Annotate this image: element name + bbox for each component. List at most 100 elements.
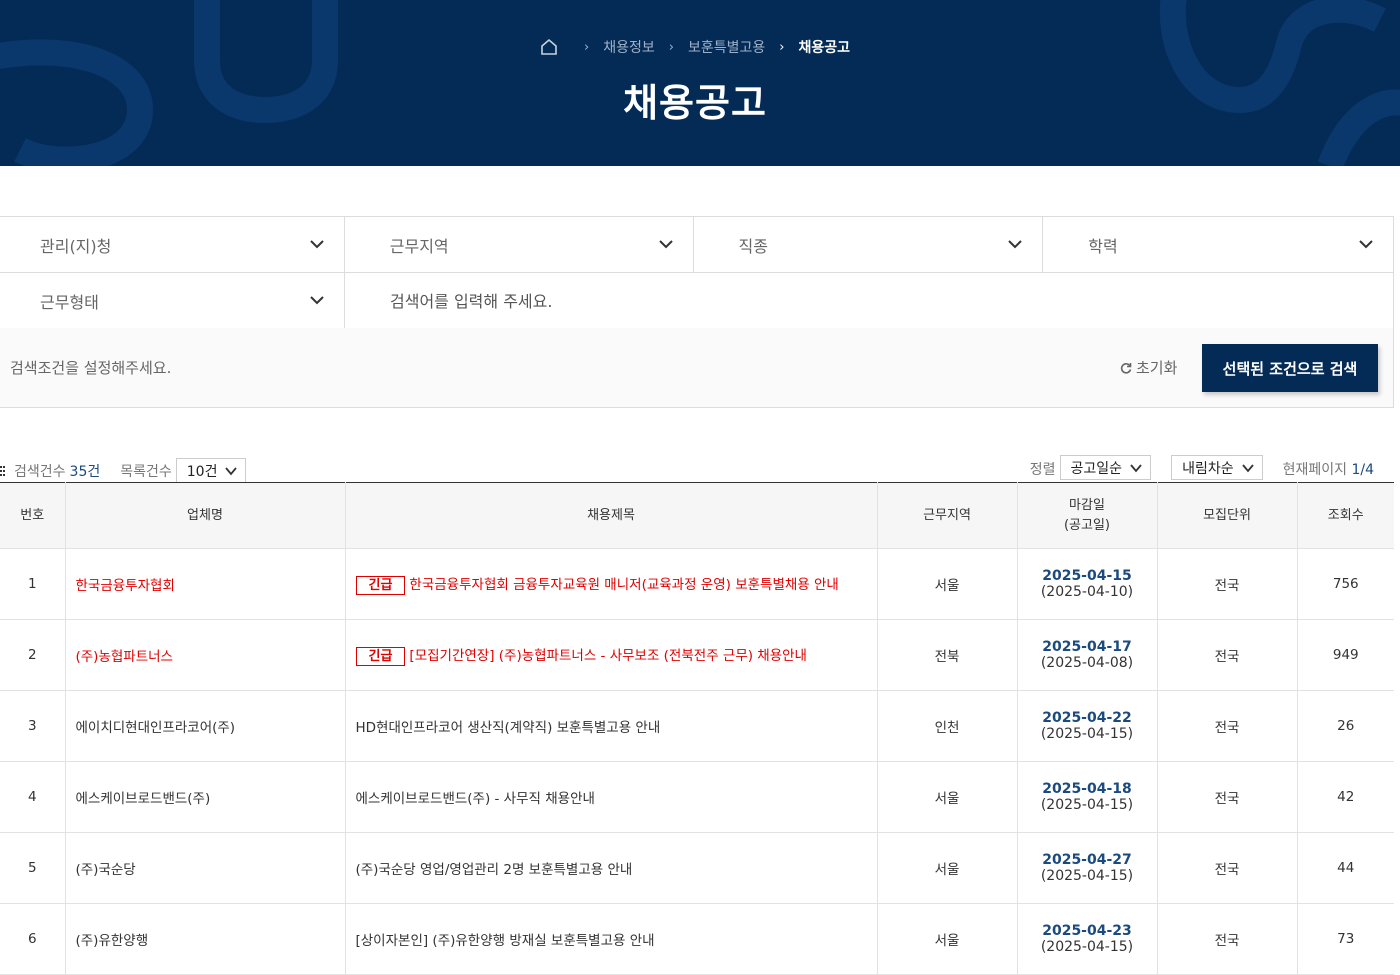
table-row[interactable]: 6 (주)유한양행 [상이자본인] (주)유한양행 방재실 보훈특별고용 안내 서울 2…: [0, 903, 1394, 975]
chevron-down-icon: [1359, 240, 1373, 249]
refresh-icon: [1120, 362, 1132, 374]
row-deadline: 2025-04-18: [1042, 781, 1132, 797]
row-unit: 전국: [1157, 832, 1298, 904]
reset-label: 초기화: [1136, 359, 1178, 377]
row-unit: 전국: [1157, 690, 1298, 762]
breadcrumb-current: 채용공고: [798, 40, 850, 56]
result-count-label: 검색건수: [14, 463, 66, 480]
result-count: 35건: [69, 463, 101, 480]
row-title-cell[interactable]: 에스케이브로드밴드(주) - 사무직 채용안내: [345, 761, 878, 833]
row-company[interactable]: 에이치디현대인프라코어(주): [65, 690, 346, 762]
row-title[interactable]: (주)국순당 영업/영업관리 2명 보훈특별고용 안내: [356, 862, 633, 878]
row-deadline: 2025-04-23: [1042, 923, 1132, 939]
header-deadline-line2: (공고일): [1063, 517, 1111, 533]
job-list-table: 번호 업체명 채용제목 근무지역 마감일 (공고일) 모집단위 조회수 1 한국금…: [0, 482, 1394, 975]
table-row[interactable]: 2 (주)농협파트너스 긴급 [모집기간연장] (주)농협파트너스 - 사무보조 (전…: [0, 619, 1394, 691]
row-title-cell[interactable]: [상이자본인] (주)유한양행 방재실 보훈특별고용 안내: [345, 903, 878, 975]
chevron-right-icon: ›: [584, 39, 590, 55]
row-company[interactable]: (주)농협파트너스: [65, 619, 346, 691]
header-company: 업체명: [65, 482, 346, 549]
search-input[interactable]: [345, 273, 1393, 329]
chevron-down-icon: [310, 240, 324, 249]
header-title: 채용제목: [345, 482, 878, 549]
row-deadline-cell: 2025-04-23 (2025-04-15): [1017, 903, 1158, 975]
education-select[interactable]: 학력: [1043, 217, 1393, 273]
table-row[interactable]: 1 한국금융투자협회 긴급 한국금융투자협회 금융투자교육원 매니저(교육과정 운영)…: [0, 548, 1394, 620]
row-title[interactable]: [상이자본인] (주)유한양행 방재실 보훈특별고용 안내: [356, 933, 655, 949]
urgent-badge: 긴급: [355, 646, 406, 666]
row-region: 서울: [877, 761, 1018, 833]
reset-button[interactable]: 초기화: [1120, 357, 1177, 378]
table-row[interactable]: 3 에이치디현대인프라코어(주) HD현대인프라코어 생산직(계약직) 보훈특별고용…: [0, 690, 1394, 762]
row-views: 44: [1297, 832, 1394, 904]
job-select[interactable]: 직종: [694, 217, 1044, 273]
table-row[interactable]: 5 (주)국순당 (주)국순당 영업/영업관리 2명 보훈특별고용 안내 서울 2025…: [0, 832, 1394, 904]
row-no: 3: [0, 690, 66, 762]
row-views: 26: [1297, 690, 1394, 762]
row-unit: 전국: [1157, 903, 1298, 975]
page-title: 채용공고: [623, 81, 767, 125]
row-region: 서울: [877, 903, 1018, 975]
row-posted-date: (2025-04-15): [1040, 939, 1134, 955]
education-select-label: 학력: [1088, 237, 1118, 256]
region-select[interactable]: 근무지역: [345, 217, 694, 273]
chevron-down-icon: [225, 466, 238, 475]
row-title[interactable]: 에스케이브로드밴드(주) - 사무직 채용안내: [356, 791, 595, 807]
agency-select-label: 관리(지)청: [40, 237, 112, 256]
row-region: 서울: [877, 548, 1018, 620]
row-unit: 전국: [1157, 761, 1298, 833]
row-company[interactable]: (주)국순당: [65, 832, 346, 904]
row-title-cell[interactable]: 긴급 [모집기간연장] (주)농협파트너스 - 사무보조 (전북전주 근무) 채용…: [345, 619, 878, 691]
header-deadline-line1: 마감일: [1069, 497, 1105, 513]
row-deadline: 2025-04-27: [1042, 852, 1132, 868]
table-row[interactable]: 4 에스케이브로드밴드(주) 에스케이브로드밴드(주) - 사무직 채용안내 서울 20…: [0, 761, 1394, 833]
row-company[interactable]: (주)유한양행: [65, 903, 346, 975]
row-deadline-cell: 2025-04-15 (2025-04-10): [1017, 548, 1158, 620]
row-unit: 전국: [1157, 619, 1298, 691]
chevron-down-icon: [1130, 463, 1142, 472]
row-region: 인천: [877, 690, 1018, 762]
row-no: 4: [0, 761, 66, 833]
header-region: 근무지역: [877, 482, 1018, 549]
row-title[interactable]: HD현대인프라코어 생산직(계약직) 보훈특별고용 안내: [356, 720, 661, 736]
row-deadline-cell: 2025-04-22 (2025-04-15): [1017, 690, 1158, 762]
sort-select[interactable]: 공고일순: [1059, 455, 1152, 480]
search-button[interactable]: 선택된 조건으로 검색: [1202, 344, 1378, 392]
search-filters: 관리(지)청 근무지역 직종 학력 근무형태: [0, 216, 1394, 329]
row-posted-date: (2025-04-15): [1040, 868, 1134, 884]
list-count-select[interactable]: 10건: [175, 458, 247, 483]
breadcrumb: › 채용정보 › 보훈특별고용 › 채용공고: [0, 37, 1390, 57]
row-title-cell[interactable]: HD현대인프라코어 생산직(계약직) 보훈특별고용 안내: [345, 690, 878, 762]
chevron-right-icon: ›: [668, 39, 674, 55]
list-toolbar: 검색건수 35건 목록건수 10건 정렬 공고일순 내림차순 현재페이지 1/4: [0, 455, 1394, 483]
breadcrumb-item-veteran-employment[interactable]: 보훈특별고용: [688, 37, 765, 57]
agency-select[interactable]: 관리(지)청: [0, 217, 345, 273]
row-deadline: 2025-04-15: [1042, 568, 1132, 584]
current-page: 현재페이지 1/4: [1283, 459, 1374, 479]
work-type-select[interactable]: 근무형태: [0, 273, 345, 329]
current-page-label: 현재페이지: [1282, 462, 1348, 478]
breadcrumb-item-recruit-info[interactable]: 채용정보: [603, 37, 655, 57]
row-title[interactable]: [모집기간연장] (주)농협파트너스 - 사무보조 (전북전주 근무) 채용안내: [409, 648, 807, 664]
search-condition-bar: 검색조건을 설정해주세요. 초기화 선택된 조건으로 검색: [0, 328, 1394, 408]
home-icon[interactable]: [540, 38, 558, 56]
work-type-select-label: 근무형태: [40, 293, 99, 312]
row-company[interactable]: 한국금융투자협회: [65, 548, 346, 620]
row-deadline: 2025-04-22: [1042, 710, 1132, 726]
row-title-cell[interactable]: (주)국순당 영업/영업관리 2명 보훈특별고용 안내: [345, 832, 878, 904]
row-views: 949: [1297, 619, 1394, 691]
header-views: 조회수: [1297, 482, 1394, 549]
row-company[interactable]: 에스케이브로드밴드(주): [65, 761, 346, 833]
table-header-row: 번호 업체명 채용제목 근무지역 마감일 (공고일) 모집단위 조회수: [0, 482, 1394, 549]
row-views: 42: [1297, 761, 1394, 833]
order-select[interactable]: 내림차순: [1171, 455, 1263, 480]
row-title[interactable]: 한국금융투자협회 금융투자교육원 매니저(교육과정 운영) 보훈특별채용 안내: [409, 577, 838, 593]
row-no: 2: [0, 619, 66, 691]
job-select-label: 직종: [738, 237, 768, 256]
row-region: 전북: [877, 619, 1018, 691]
row-no: 5: [0, 832, 66, 904]
row-posted-date: (2025-04-10): [1040, 584, 1134, 600]
sort-value: 공고일순: [1070, 460, 1123, 477]
list-count-label: 목록건수: [120, 463, 172, 480]
row-title-cell[interactable]: 긴급 한국금융투자협회 금융투자교육원 매니저(교육과정 운영) 보훈특별채용 안…: [345, 548, 878, 620]
